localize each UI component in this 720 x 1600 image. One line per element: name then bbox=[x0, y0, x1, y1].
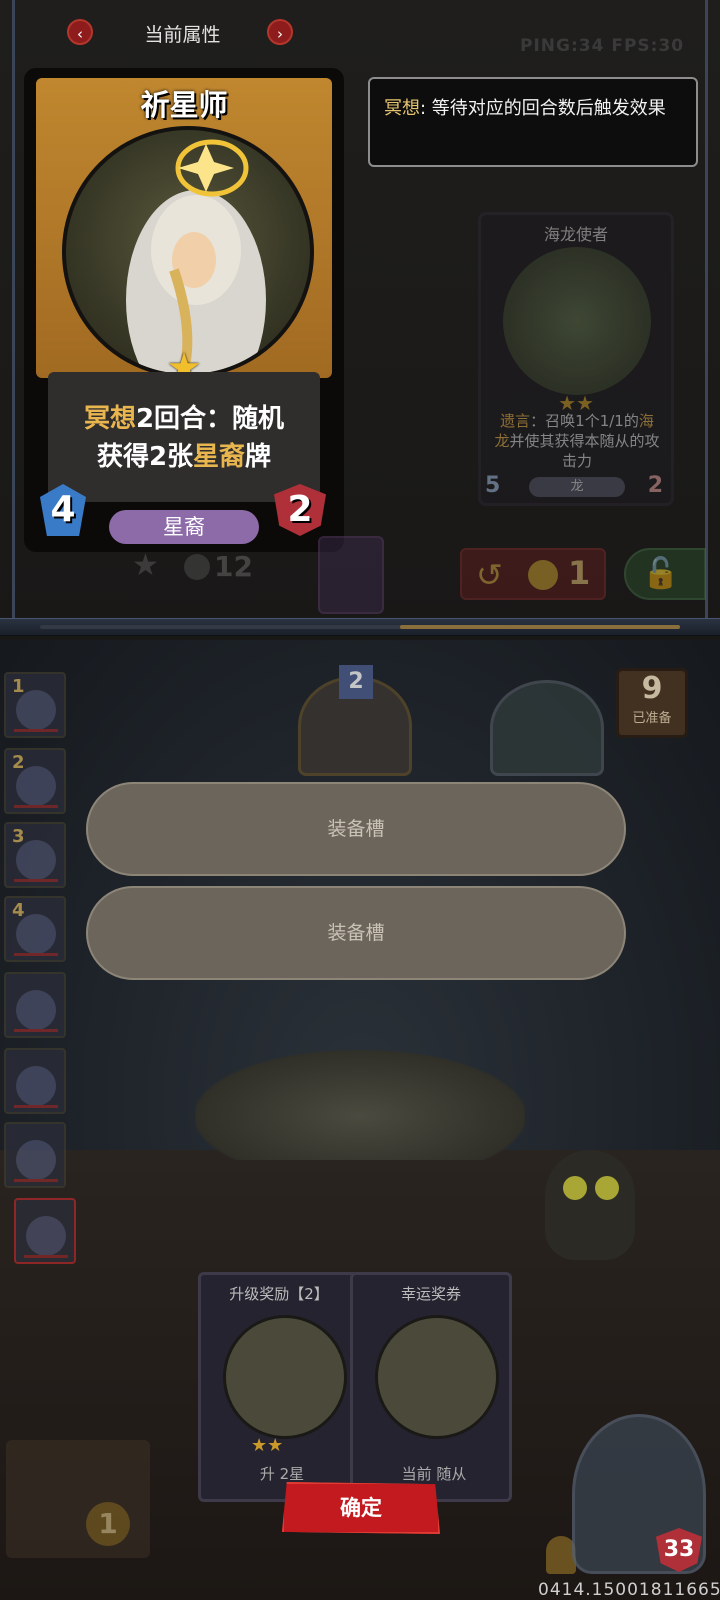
upgrade-tavern-button[interactable]: ★ 12 bbox=[128, 544, 254, 590]
minion-card-detail: 祈星师 ★ 冥想2回合：随机 获得2张星裔牌 星裔 4 2 bbox=[24, 68, 344, 552]
gold-coin-icon bbox=[528, 560, 558, 590]
side-desc-keyword-1: 遗言 bbox=[500, 412, 531, 430]
equip-slot-1[interactable]: 装备槽 bbox=[86, 782, 626, 876]
roster-slot-3[interactable]: 3 bbox=[4, 822, 66, 888]
roster-avatar bbox=[16, 690, 56, 730]
board-minion[interactable] bbox=[490, 680, 604, 776]
divider-fill bbox=[400, 625, 680, 629]
side-card-health: 2 bbox=[647, 473, 663, 498]
side-card-name: 海龙使者 bbox=[543, 225, 608, 244]
roster-slot-6[interactable] bbox=[4, 1048, 66, 1114]
roster-hp-bar bbox=[14, 1105, 58, 1108]
roster-hp-bar bbox=[24, 1255, 68, 1258]
ready-count: 9 bbox=[641, 671, 663, 706]
card-portrait bbox=[62, 126, 314, 378]
roster-hp-bar bbox=[14, 1179, 58, 1182]
roster-avatar bbox=[16, 914, 56, 954]
roster-slot-8[interactable] bbox=[14, 1198, 76, 1264]
health-badge: 2 bbox=[274, 484, 326, 536]
side-desc-part-2: 并使其获得本随从的攻击力 bbox=[509, 432, 660, 470]
roster-avatar bbox=[16, 766, 56, 806]
coin-pile bbox=[195, 1050, 525, 1160]
treasure-chest[interactable]: 1 bbox=[6, 1440, 150, 1558]
roster-hp-bar bbox=[14, 805, 58, 808]
next-attribute-button[interactable]: › bbox=[267, 19, 293, 45]
roster-hp-bar bbox=[14, 1029, 58, 1032]
lucky-ticket-card[interactable]: 幸运奖券 当前 随从 bbox=[350, 1272, 512, 1502]
confirm-button[interactable]: 确定 bbox=[282, 1482, 440, 1534]
prev-attribute-button[interactable]: ‹ bbox=[67, 19, 93, 45]
ping-fps-readout: PING:34 FPS:30 bbox=[520, 36, 685, 56]
refresh-shop-button[interactable]: ↺ 1 bbox=[460, 548, 606, 600]
ready-label: 已准备 bbox=[632, 711, 672, 726]
roster-slot-4[interactable]: 4 bbox=[4, 896, 66, 962]
roster-slot-7[interactable] bbox=[4, 1122, 66, 1188]
gold-counter: 1 bbox=[86, 1502, 130, 1546]
tooltip-keyword: 冥想 bbox=[384, 98, 420, 119]
tribe-tag: 星裔 bbox=[109, 510, 259, 544]
desc-keyword-meditate: 冥想 bbox=[83, 404, 136, 434]
desc-part-1: 2回合：随机 bbox=[135, 404, 285, 434]
equip-slot-2[interactable]: 装备槽 bbox=[86, 886, 626, 980]
roster-hp-bar bbox=[14, 729, 58, 732]
reward-footer: 升 2星 bbox=[259, 1465, 305, 1483]
side-card-description: 遗言：召唤1个1/1的海龙并使其获得本随从的攻击力 bbox=[493, 411, 661, 471]
attributes-title: 当前属性 bbox=[144, 24, 221, 46]
roster-avatar bbox=[16, 990, 56, 1030]
ready-counter: 9 已准备 bbox=[616, 668, 688, 738]
shop-minion-card[interactable]: 海龙使者 ★★ 遗言：召唤1个1/1的海龙并使其获得本随从的攻击力 龙 5 2 bbox=[478, 212, 674, 506]
refresh-icon: ↺ bbox=[476, 556, 503, 594]
board-minion[interactable]: 2 bbox=[298, 665, 412, 776]
roster-slot-1[interactable]: 1 bbox=[4, 672, 66, 738]
upgrade-cost: 12 bbox=[214, 550, 253, 583]
lock-icon: 🔓 bbox=[642, 556, 680, 591]
side-card-portrait bbox=[503, 247, 651, 395]
side-desc-part-1: ：召唤1个1/1的 bbox=[530, 412, 639, 430]
star-up-icon: ★ bbox=[132, 548, 159, 583]
creature-eye-right bbox=[595, 1176, 619, 1200]
roster-hp-bar bbox=[14, 879, 58, 882]
ticket-icon bbox=[375, 1315, 499, 1439]
creature-eye-left bbox=[563, 1176, 587, 1200]
desc-part-2: 获得2张 bbox=[96, 442, 194, 472]
spellbook-icon bbox=[223, 1315, 347, 1439]
reward-title: 升级奖励【2】 bbox=[229, 1285, 329, 1303]
card-description: 冥想2回合：随机 获得2张星裔牌 bbox=[48, 372, 320, 502]
roster-slot-5[interactable] bbox=[4, 972, 66, 1038]
hand-card-thumbnail[interactable] bbox=[318, 536, 384, 614]
card-name: 祈星师 bbox=[140, 88, 228, 122]
build-id: 0414.15001811665 bbox=[538, 1580, 720, 1600]
desc-part-3: 牌 bbox=[245, 442, 272, 472]
roster-hp-bar bbox=[14, 953, 58, 956]
reward-footer: 当前 随从 bbox=[401, 1465, 467, 1483]
shopkeeper-creature bbox=[545, 1150, 635, 1260]
roster-avatar bbox=[16, 1140, 56, 1180]
overlay-divider bbox=[0, 618, 720, 636]
refresh-cost: 1 bbox=[568, 554, 591, 592]
upgrade-reward-card[interactable]: 升级奖励【2】 ★★ 升 2星 bbox=[198, 1272, 360, 1502]
roster-avatar bbox=[26, 1216, 66, 1256]
reward-title: 幸运奖券 bbox=[400, 1285, 461, 1303]
side-card-tribe: 龙 bbox=[529, 477, 625, 497]
roster-slot-2[interactable]: 2 bbox=[4, 748, 66, 814]
minion-tier-badge: 2 bbox=[339, 665, 373, 699]
roster-avatar bbox=[16, 1066, 56, 1106]
side-card-attack: 5 bbox=[485, 473, 501, 498]
desc-keyword-tribe: 星裔 bbox=[193, 442, 246, 472]
coin-icon bbox=[184, 554, 210, 580]
keyword-tooltip: 冥想: 等待对应的回合数后触发效果 bbox=[368, 77, 698, 167]
roster-avatar bbox=[16, 840, 56, 880]
tooltip-text: : 等待对应的回合数后触发效果 bbox=[420, 98, 666, 119]
freeze-shop-button[interactable]: 🔓 bbox=[624, 548, 706, 600]
reward-stars-icon: ★★ bbox=[251, 1435, 284, 1456]
